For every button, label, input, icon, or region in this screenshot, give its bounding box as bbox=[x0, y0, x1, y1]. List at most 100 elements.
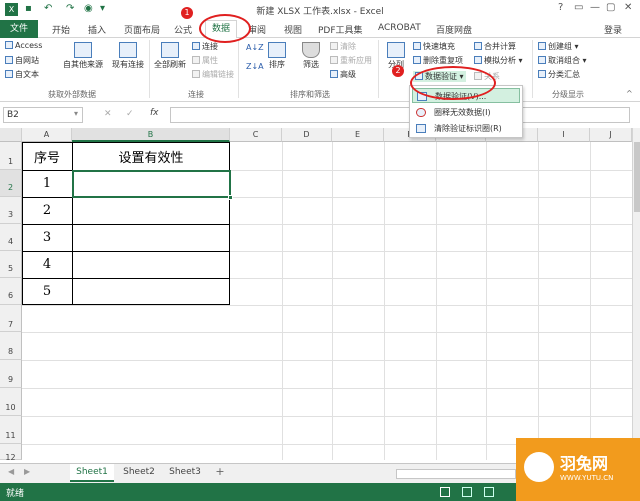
sheet-tab-3[interactable]: Sheet3 bbox=[164, 464, 206, 482]
gridline bbox=[332, 142, 333, 460]
column-header[interactable]: B bbox=[72, 128, 230, 142]
login-link[interactable]: 登录 bbox=[604, 23, 622, 36]
column-header[interactable]: C bbox=[230, 128, 282, 142]
tab-page-layout[interactable]: 页面布局 bbox=[124, 23, 160, 36]
other-sources-icon bbox=[74, 42, 92, 58]
sheet-tab-1[interactable]: Sheet1 bbox=[70, 464, 114, 482]
formula-input[interactable] bbox=[170, 107, 630, 123]
reapply-button: 重新应用 bbox=[330, 55, 372, 66]
from-text-button[interactable]: 自文本 bbox=[5, 69, 39, 80]
ungroup-button[interactable]: 取消组合 ▾ bbox=[538, 55, 587, 66]
menu-item-circle-invalid[interactable]: 圈释无效数据(I) bbox=[412, 105, 520, 120]
group-separator bbox=[378, 40, 379, 98]
gridline bbox=[486, 142, 487, 460]
row-header[interactable]: 4 bbox=[0, 224, 22, 251]
sheet-tab-2[interactable]: Sheet2 bbox=[118, 464, 160, 482]
sort-descending-button[interactable]: Z↓A bbox=[246, 62, 264, 71]
status-ready: 就绪 bbox=[6, 489, 25, 499]
cell-a2[interactable]: 1 bbox=[22, 170, 72, 197]
column-header[interactable]: E bbox=[332, 128, 384, 142]
clear-icon bbox=[330, 42, 338, 50]
tab-acrobat[interactable]: ACROBAT bbox=[378, 23, 421, 33]
row-header[interactable]: 10 bbox=[0, 388, 22, 416]
sort-button[interactable]: 排序 bbox=[262, 42, 292, 70]
tab-insert[interactable]: 插入 bbox=[88, 23, 106, 36]
gridline bbox=[22, 332, 632, 333]
cell-a5[interactable]: 4 bbox=[22, 251, 72, 278]
consolidate-button[interactable]: 合并计算 bbox=[474, 41, 516, 52]
maximize-button[interactable]: ▢ bbox=[606, 2, 615, 13]
row-header[interactable]: 3 bbox=[0, 197, 22, 224]
column-header[interactable]: I bbox=[538, 128, 590, 142]
from-web-button[interactable]: 自网站 bbox=[5, 55, 39, 66]
next-sheet-icon[interactable]: ▶ bbox=[24, 467, 30, 476]
name-box[interactable]: B2 bbox=[3, 107, 83, 123]
tab-home[interactable]: 开始 bbox=[52, 23, 70, 36]
page-layout-view-icon[interactable] bbox=[462, 487, 472, 497]
horizontal-scrollbar[interactable] bbox=[396, 469, 516, 479]
flash-fill-button[interactable]: 快速填充 bbox=[413, 41, 455, 52]
menu-item-clear-circles[interactable]: 清除验证标识圈(R) bbox=[412, 121, 520, 136]
cell-a1[interactable]: 序号 bbox=[22, 142, 72, 170]
from-access-button[interactable]: Access bbox=[5, 41, 42, 50]
ribbon-display-button[interactable]: ▭ bbox=[574, 2, 583, 13]
insert-function-icon[interactable]: fx bbox=[150, 108, 159, 118]
cell-a6[interactable]: 5 bbox=[22, 278, 72, 305]
row-header[interactable]: 8 bbox=[0, 332, 22, 360]
row-header[interactable]: 9 bbox=[0, 360, 22, 388]
refresh-all-button[interactable]: 全部刷新 bbox=[150, 42, 190, 70]
what-if-analysis-button[interactable]: 模拟分析 ▾ bbox=[474, 55, 523, 66]
properties-icon bbox=[192, 56, 200, 64]
cell-b1[interactable]: 设置有效性 bbox=[72, 142, 230, 170]
gridline bbox=[384, 142, 385, 460]
remove-duplicates-button[interactable]: 删除重复项 bbox=[413, 55, 463, 66]
group-button[interactable]: 创建组 ▾ bbox=[538, 41, 579, 52]
tab-file[interactable]: 文件 bbox=[0, 20, 38, 38]
help-button[interactable]: ? bbox=[558, 2, 563, 13]
subtotal-button[interactable]: 分类汇总 bbox=[538, 69, 580, 80]
gridline bbox=[538, 142, 539, 460]
select-all-corner[interactable] bbox=[0, 128, 22, 142]
filter-button[interactable]: 筛选 bbox=[296, 42, 326, 70]
row-header[interactable]: 2 bbox=[0, 170, 22, 197]
tab-pdf-tools[interactable]: PDF工具集 bbox=[318, 23, 363, 36]
tab-formulas[interactable]: 公式 bbox=[174, 23, 192, 36]
row-header[interactable]: 1 bbox=[0, 142, 22, 170]
connections-button[interactable]: 连接 bbox=[192, 41, 218, 52]
selected-cell-b2[interactable] bbox=[72, 170, 231, 198]
collapse-ribbon-icon[interactable]: ^ bbox=[626, 89, 633, 98]
existing-connections-button[interactable]: 现有连接 bbox=[108, 42, 148, 70]
minimize-button[interactable]: — bbox=[590, 2, 600, 13]
fill-handle[interactable] bbox=[228, 195, 233, 200]
worksheet-grid[interactable]: A B C D E F G H I J 1 2 3 4 5 6 7 8 9 10… bbox=[0, 128, 632, 460]
sort-icon bbox=[268, 42, 286, 58]
page-break-view-icon[interactable] bbox=[484, 487, 494, 497]
cell-a3[interactable]: 2 bbox=[22, 197, 72, 224]
properties-button: 属性 bbox=[192, 55, 218, 66]
add-sheet-button[interactable]: + bbox=[212, 464, 228, 482]
column-header[interactable]: A bbox=[22, 128, 72, 142]
name-box-dropdown-icon[interactable]: ▾ bbox=[74, 109, 78, 118]
gridline bbox=[22, 305, 632, 306]
cell-a4[interactable]: 3 bbox=[22, 224, 72, 251]
sort-ascending-button[interactable]: A↓Z bbox=[246, 43, 264, 52]
row-header[interactable]: 12 bbox=[0, 444, 22, 460]
column-header[interactable]: J bbox=[590, 128, 632, 142]
from-other-sources-button[interactable]: 自其他来源 bbox=[58, 42, 108, 70]
row-header[interactable]: 5 bbox=[0, 251, 22, 278]
prev-sheet-icon[interactable]: ◀ bbox=[8, 467, 14, 476]
tab-view[interactable]: 视图 bbox=[284, 23, 302, 36]
column-header[interactable]: D bbox=[282, 128, 332, 142]
normal-view-icon[interactable] bbox=[440, 487, 450, 497]
row-header[interactable]: 7 bbox=[0, 305, 22, 332]
tab-baidu-netdisk[interactable]: 百度网盘 bbox=[436, 23, 472, 36]
scrollbar-thumb[interactable] bbox=[634, 142, 640, 212]
advanced-filter-button[interactable]: 高级 bbox=[330, 69, 356, 80]
vertical-scrollbar[interactable] bbox=[632, 128, 640, 463]
row-header[interactable]: 11 bbox=[0, 416, 22, 444]
row-header[interactable]: 6 bbox=[0, 278, 22, 305]
enter-entry-icon[interactable]: ✓ bbox=[126, 109, 134, 119]
refresh-icon bbox=[161, 42, 179, 58]
close-button[interactable]: ✕ bbox=[624, 2, 632, 13]
cancel-entry-icon[interactable]: ✕ bbox=[104, 109, 112, 119]
